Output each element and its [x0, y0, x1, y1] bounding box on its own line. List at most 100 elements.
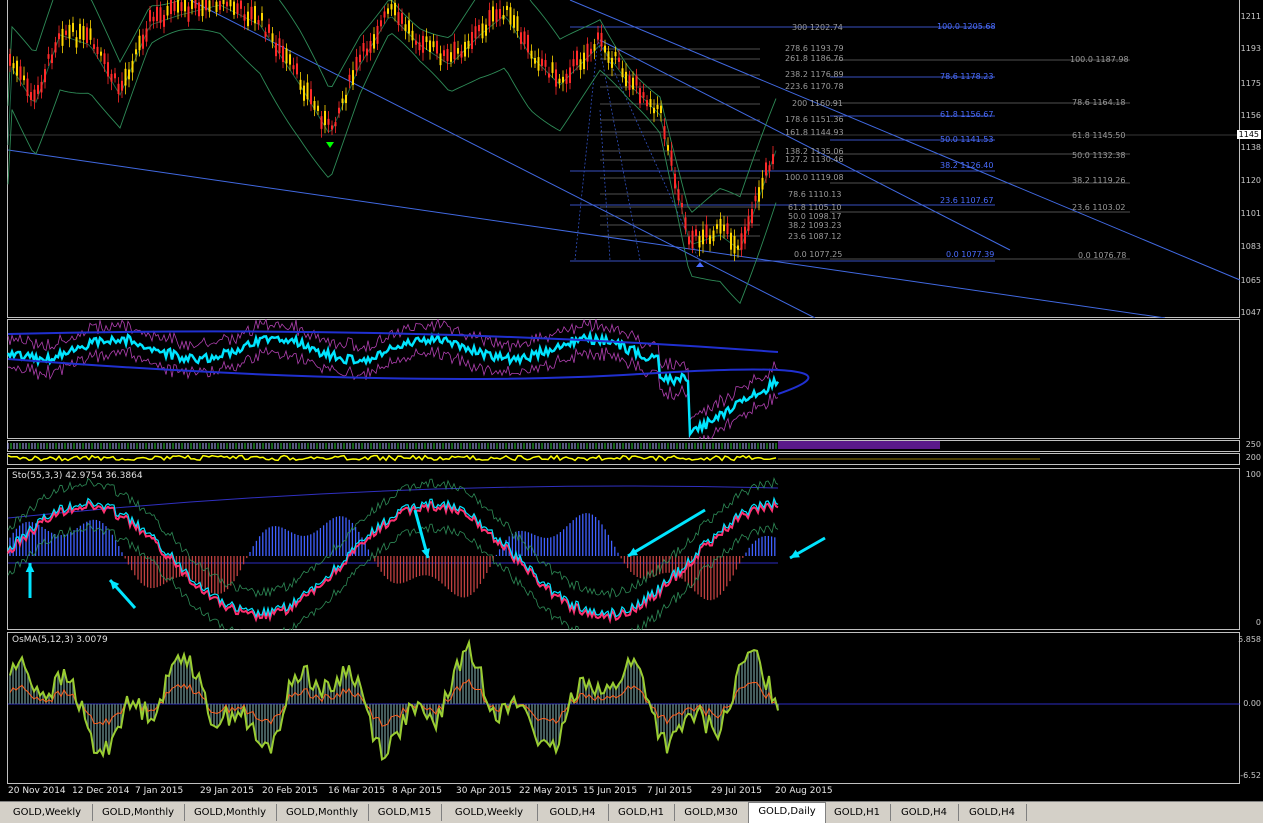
- candle-body: [520, 32, 522, 44]
- candle-body: [37, 85, 39, 94]
- osma-label: OsMA(5,12,3) 3.0079: [12, 635, 108, 645]
- candle-body: [142, 34, 144, 49]
- chart-tab[interactable]: GOLD,Daily: [748, 802, 826, 823]
- candle-body: [33, 89, 36, 102]
- stochastic-lower-band: [7, 522, 779, 630]
- chart-window[interactable]: 100.0 1205.68 278.6 1193.79 261.8 1186.76 1…: [0, 0, 1263, 823]
- chart-tab[interactable]: GOLD,H1: [824, 804, 891, 821]
- rsi-bands-pane[interactable]: [0, 319, 1263, 439]
- candle-body: [26, 78, 29, 96]
- candle-body: [366, 48, 368, 56]
- date-axis-label: 20 Feb 2015: [262, 786, 319, 796]
- candle-body: [719, 218, 722, 234]
- candle-body: [187, 6, 190, 22]
- mini-indicator-pane-2[interactable]: 200: [0, 453, 1263, 465]
- chart-tab[interactable]: GOLD,Monthly: [184, 804, 277, 821]
- fib-level-label: 61.8 1145.50: [1072, 131, 1126, 140]
- price-scale-label: 1101: [1240, 209, 1261, 218]
- candle-body: [530, 50, 533, 59]
- price-scale-label: 1138: [1240, 143, 1261, 152]
- rsi-bands-chart: [6, 319, 810, 439]
- price-scale-label: 1065: [1240, 276, 1261, 285]
- date-axis-label: 8 Apr 2015: [392, 786, 442, 796]
- chart-tab[interactable]: GOLD,H4: [890, 804, 959, 821]
- chart-tab[interactable]: GOLD,H4: [537, 804, 609, 821]
- candle-body: [562, 76, 564, 83]
- candle-body: [194, 0, 197, 9]
- candle-body: [177, 0, 179, 13]
- candle-body: [600, 32, 603, 47]
- candle-body: [670, 150, 673, 166]
- candle-body: [702, 229, 704, 245]
- date-axis-label: 7 Jul 2015: [647, 786, 693, 796]
- candle-body: [485, 24, 487, 36]
- stochastic-upper-band: [7, 477, 779, 599]
- candle-body: [698, 236, 701, 248]
- candle-body: [229, 0, 232, 7]
- candle-body: [324, 110, 326, 126]
- candle-body: [75, 37, 78, 48]
- candle-body: [394, 2, 396, 16]
- fib-level-label: 200 1160.91: [792, 99, 843, 108]
- stochastic-envelope: [7, 485, 779, 519]
- candle-body: [716, 224, 718, 229]
- candle-body: [583, 52, 585, 70]
- candle-body: [54, 42, 57, 53]
- candle-body: [156, 6, 158, 22]
- rsi-line: [6, 329, 780, 438]
- candle-body: [72, 22, 74, 32]
- chart-tab[interactable]: GOLD,Weekly: [2, 804, 93, 821]
- candle-body: [551, 62, 554, 73]
- candle-body: [114, 73, 116, 79]
- candle-body: [107, 62, 109, 77]
- candle-body: [492, 6, 494, 22]
- price-scale-label: 1193: [1240, 44, 1261, 53]
- stochastic-chart: [7, 477, 826, 630]
- candle-body: [411, 30, 414, 41]
- fib-level-label: 78.6 1110.13: [788, 190, 842, 199]
- chart-tab[interactable]: GOLD,H4: [958, 804, 1027, 821]
- candle-body: [450, 52, 452, 62]
- candle-body: [184, 0, 186, 12]
- candle-body: [747, 216, 750, 231]
- fib-level-label: 50.0 1132.38: [1072, 151, 1126, 160]
- chart-tab[interactable]: GOLD,Monthly: [276, 804, 369, 821]
- chart-tab-bar: GOLD,Weekly GOLD,Monthly GOLD,Monthly GOLD,…: [0, 801, 1263, 823]
- candle-body: [89, 28, 92, 40]
- price-scale-label: 1047: [1240, 308, 1261, 317]
- chart-tab[interactable]: GOLD,Weekly: [441, 804, 538, 821]
- osma-pane[interactable]: OsMA(5,12,3) 3.0079 5.858 0.00 -6.52: [0, 632, 1263, 784]
- candle-body: [660, 105, 662, 114]
- mini-indicator-pane-1[interactable]: 250: [0, 440, 1263, 452]
- date-axis-label: 20 Aug 2015: [775, 786, 833, 796]
- date-axis-label: 12 Dec 2014: [72, 786, 130, 796]
- fib-level-label: 23.6 1103.02: [1072, 203, 1126, 212]
- main-price-pane[interactable]: 100.0 1205.68 278.6 1193.79 261.8 1186.76 1…: [0, 0, 1263, 318]
- date-axis-label: 15 Jun 2015: [583, 786, 638, 796]
- candle-body: [597, 32, 599, 40]
- chart-tab[interactable]: GOLD,M15: [368, 804, 442, 821]
- mini-scale-c: 200: [1245, 453, 1261, 462]
- stochastic-pane[interactable]: Sto(55,3,3) 42.9754 36.3864 100 0: [0, 468, 1263, 630]
- osma-scale-mid: 0.00: [1243, 699, 1261, 708]
- chart-tab[interactable]: GOLD,M30: [674, 804, 749, 821]
- candle-body: [233, 1, 235, 15]
- date-axis-label: 16 Mar 2015: [328, 786, 386, 796]
- mini-line: [7, 454, 777, 462]
- fib-level-label: 50.0 1141.53: [940, 135, 994, 144]
- fib-level-label: 223.6 1170.78: [785, 82, 844, 91]
- candle-body: [341, 98, 344, 103]
- chart-tab[interactable]: GOLD,Monthly: [92, 804, 185, 821]
- candle-body: [768, 165, 771, 171]
- osma-chart: [8, 638, 1240, 762]
- candle-body: [58, 33, 60, 40]
- candle-body: [103, 53, 106, 65]
- fib-fan-line: [597, 37, 641, 261]
- candle-body: [387, 8, 389, 14]
- fib-level-label: 278.6 1193.79: [785, 44, 844, 53]
- candle-body: [705, 224, 708, 238]
- candle-body: [481, 23, 484, 39]
- fib-level-label: 61.8 1105.10: [788, 203, 842, 212]
- candle-body: [607, 51, 610, 63]
- chart-tab[interactable]: GOLD,H1: [608, 804, 675, 821]
